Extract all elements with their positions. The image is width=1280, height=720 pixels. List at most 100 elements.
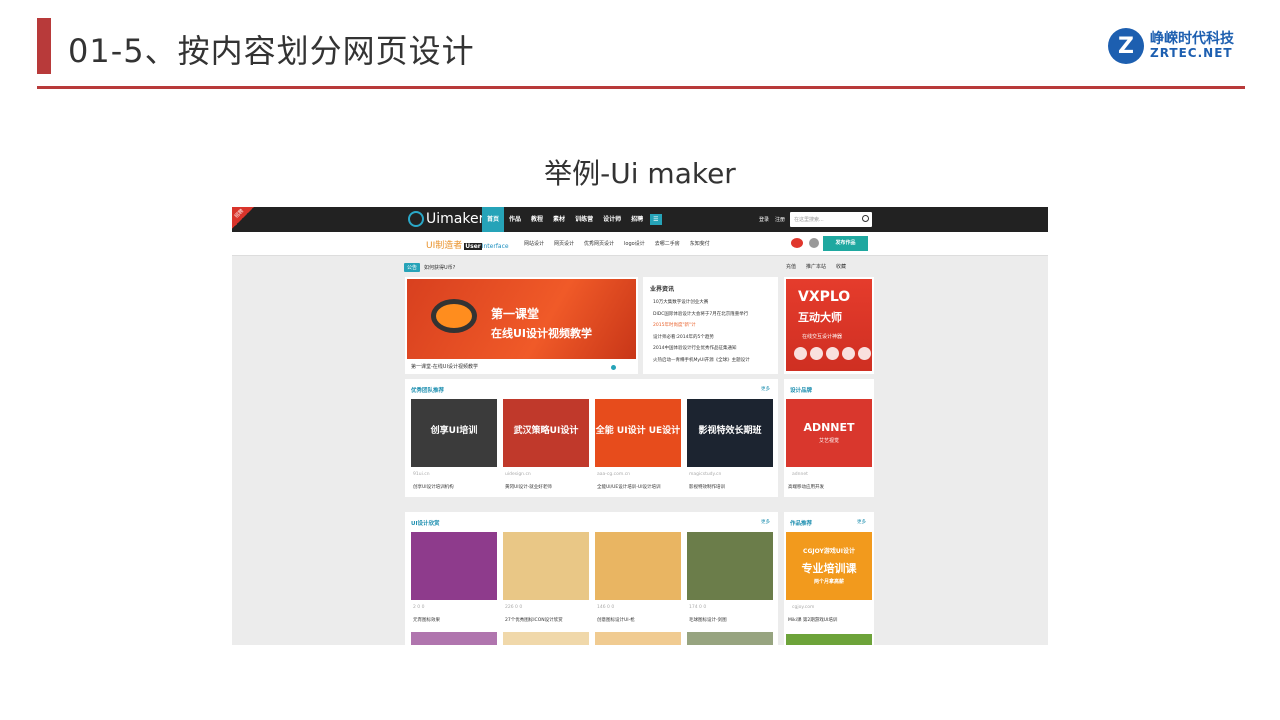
- site-search-input[interactable]: 在这里搜索...: [790, 212, 872, 227]
- announcement: 公告 如何获得U币?: [404, 263, 455, 272]
- android-icon: [794, 347, 807, 360]
- html5-icon: [858, 347, 871, 360]
- showcase-thumb[interactable]: [595, 532, 681, 600]
- nav-assets[interactable]: 素材: [548, 207, 570, 232]
- subnav-item[interactable]: 去哪二手房: [655, 240, 680, 247]
- nav-home[interactable]: 首页: [482, 207, 505, 232]
- thumb-label: 影视特效长期班: [698, 426, 762, 436]
- bookmark-link[interactable]: 收藏: [836, 263, 846, 270]
- banner-card[interactable]: 第一课堂 在线UI设计视频教学 第一课堂-在线UI设计视频教学: [405, 277, 638, 374]
- login-link[interactable]: 登录: [759, 216, 769, 223]
- news-item[interactable]: 10万大集数字设计创业大赛: [653, 297, 750, 309]
- promo-note: 在线交互设计神器: [802, 334, 843, 340]
- promote-link[interactable]: 推广本站: [806, 263, 826, 270]
- showcase-thumb-partial[interactable]: [595, 632, 681, 645]
- register-link[interactable]: 注册: [775, 216, 785, 223]
- subnav-item[interactable]: 东知斐付: [690, 240, 710, 247]
- subnav-item[interactable]: logo设计: [624, 240, 645, 247]
- uimaker-logo-icon: [408, 211, 424, 227]
- item-name[interactable]: 毛球图标设计-剑图: [689, 617, 727, 623]
- site-tools: 充值 推广本站 收藏: [786, 263, 846, 270]
- news-item[interactable]: 火热启动—青樽手机MyUI开源《全球》主题设计: [653, 355, 750, 367]
- showcase-thumb-partial[interactable]: [687, 632, 773, 645]
- news-item[interactable]: 设计师必看:2014年的5个趋势: [653, 332, 750, 344]
- showcase-thumb[interactable]: 影视特效长期班: [687, 399, 773, 467]
- slide-title-accent-bar: [37, 18, 51, 74]
- thumb-label: 武汉策略UI设计: [513, 426, 579, 436]
- promo-subtitle: 互动大师: [798, 311, 842, 324]
- work-thumb-partial[interactable]: [786, 634, 872, 645]
- showcase-thumb-partial[interactable]: [411, 632, 497, 645]
- showcase-thumb[interactable]: [503, 532, 589, 600]
- section-title: 作品推荐: [790, 521, 813, 527]
- search-icon[interactable]: [862, 215, 869, 222]
- showcase-thumb[interactable]: [687, 532, 773, 600]
- banner-subtitle: 在线UI设计视频教学: [491, 327, 593, 340]
- nav-designers[interactable]: 设计师: [598, 207, 626, 232]
- nav-more-menu-icon[interactable]: ☰: [650, 214, 662, 225]
- item-name[interactable]: 元宵图标效果: [413, 617, 440, 623]
- item-meta: uidesign.cn: [505, 472, 531, 477]
- item-name[interactable]: 创享UI设计培训机构: [413, 484, 454, 490]
- item-name[interactable]: 黄冈UI设计-就业好老师: [505, 484, 552, 490]
- thumb-label: 全能 UI设计 UE设计: [595, 426, 681, 436]
- carousel-dot[interactable]: [611, 365, 616, 370]
- item-name[interactable]: 创意图标设计UI-枪: [597, 617, 635, 623]
- weibo-icon[interactable]: [791, 238, 803, 248]
- showcase-thumb[interactable]: 武汉策略UI设计: [503, 399, 589, 467]
- wechat-icon: [842, 347, 855, 360]
- item-meta: aaa-cg.com.cn: [597, 472, 631, 477]
- ui-design-showcase: UI设计欣赏 更多 2 0 0 元宵图标效果 226 0 0 27个优秀图标ICON设…: [405, 512, 778, 645]
- banner-title: 第一课堂: [491, 307, 540, 321]
- news-card: 业界资讯 10万大集数字设计创业大赛 DIDC国际体验设计大会将于7月在北京隆重…: [643, 277, 778, 374]
- design-brand-section: 设计品牌 ADNNET 艾艺视觉 adnnet 高端移动应用开发: [784, 379, 874, 497]
- publish-work-button[interactable]: 发布作品: [823, 236, 868, 251]
- logo-cn-text: 峥嵘时代科技: [1150, 31, 1234, 47]
- uimaker-logo[interactable]: Uimaker: [408, 211, 484, 227]
- news-item[interactable]: DIDC国际体验设计大会将于7月在北京隆重举行: [653, 309, 750, 321]
- nav-camp[interactable]: 训练营: [570, 207, 598, 232]
- speaker-illustration: [431, 299, 477, 333]
- nav-tutorials[interactable]: 教程: [526, 207, 548, 232]
- site-subbar: UI制造者 UserInterface 网站设计 网页设计 优秀网页设计 logo…: [232, 232, 1048, 256]
- subnav-item[interactable]: 网页设计: [554, 240, 574, 247]
- more-link[interactable]: 更多: [761, 386, 770, 392]
- showcase-thumb[interactable]: 创享UI培训: [411, 399, 497, 467]
- nav-jobs[interactable]: 招聘: [626, 207, 648, 232]
- item-meta: 146 0 0: [597, 605, 615, 610]
- item-meta: 2 0 0: [413, 605, 425, 610]
- news-title: 业界资讯: [650, 286, 675, 293]
- vxplo-promo[interactable]: VXPLO 互动大师 在线交互设计神器: [784, 277, 874, 374]
- recharge-link[interactable]: 充值: [786, 263, 796, 270]
- more-link[interactable]: 更多: [761, 519, 770, 525]
- announcement-link[interactable]: 如何获得U币?: [424, 264, 455, 271]
- item-name[interactable]: 全能UI/UE设计培训-UI设计培训: [597, 484, 661, 490]
- more-link[interactable]: 更多: [857, 519, 866, 525]
- share-icon[interactable]: [809, 238, 819, 248]
- sub-nav: 网站设计 网页设计 优秀网页设计 logo设计 去哪二手房 东知斐付: [524, 240, 710, 247]
- brand-thumb[interactable]: ADNNET 艾艺视觉: [786, 399, 872, 467]
- z-logo-icon: Z: [1108, 28, 1144, 64]
- item-meta: 226 0 0: [505, 605, 523, 610]
- subnav-item[interactable]: 网站设计: [524, 240, 544, 247]
- nav-works[interactable]: 作品: [504, 207, 526, 232]
- banner-caption[interactable]: 第一课堂-在线UI设计视频教学: [411, 363, 478, 370]
- showcase-thumb-partial[interactable]: [503, 632, 589, 645]
- news-item[interactable]: 2015年时尚度"新"计: [653, 320, 750, 332]
- main-nav: 首页 作品 教程 素材 训练营 设计师 招聘 ☰: [482, 207, 664, 232]
- item-meta: 91ui.cn: [413, 472, 430, 477]
- news-item[interactable]: 2014中国体验设计行业优秀作品征集通知: [653, 343, 750, 355]
- showcase-thumb[interactable]: [411, 532, 497, 600]
- item-meta: 174 0 0: [689, 605, 707, 610]
- work-thumb[interactable]: CGJOY游戏UI设计 专业培训课 两个月拿高薪: [786, 532, 872, 600]
- subnav-item[interactable]: 优秀网页设计: [584, 240, 614, 247]
- work-name[interactable]: Miki课 第2期游戏UI培训: [788, 617, 837, 623]
- item-name[interactable]: 影视特效制作培训: [689, 484, 725, 490]
- work-url: cgjoy.com: [792, 605, 815, 610]
- item-name[interactable]: 27个优秀图标ICON设计欣赏: [505, 617, 563, 623]
- item-meta: magicstudy.cn: [689, 472, 722, 477]
- showcase-thumb[interactable]: 全能 UI设计 UE设计: [595, 399, 681, 467]
- recruit-ribbon[interactable]: 招聘: [232, 207, 254, 229]
- brand-name[interactable]: 高端移动应用开发: [788, 484, 824, 490]
- promo-title: VXPLO: [798, 289, 851, 305]
